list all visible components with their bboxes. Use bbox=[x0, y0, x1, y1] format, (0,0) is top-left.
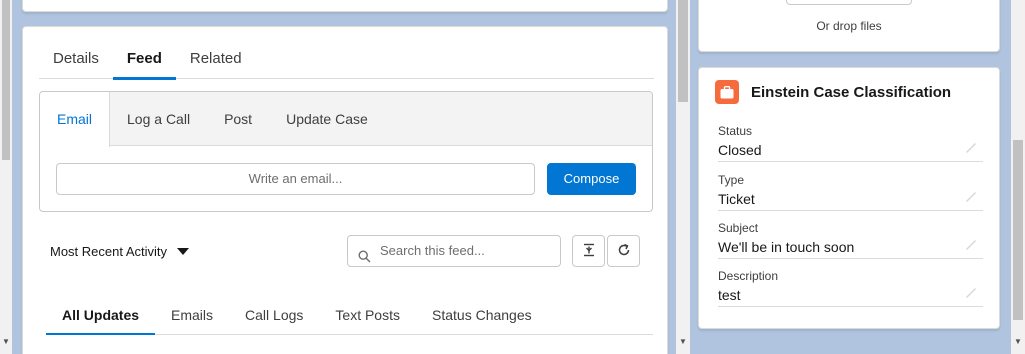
compose-button[interactable]: Compose bbox=[547, 163, 636, 195]
einstein-classification-card: Einstein Case Classification Status Clos… bbox=[698, 67, 1000, 329]
field-description: Description test bbox=[718, 261, 983, 307]
refresh-button[interactable] bbox=[607, 235, 640, 267]
edit-pencil-icon[interactable] bbox=[965, 287, 977, 302]
caret-down-icon bbox=[177, 248, 190, 255]
case-detail-card: Details Feed Related Email Log a Call Po… bbox=[22, 26, 668, 354]
field-value: Ticket bbox=[718, 191, 755, 207]
sort-label: Most Recent Activity bbox=[50, 244, 168, 259]
scroll-down-arrow-icon[interactable]: ▼ bbox=[2, 337, 10, 346]
tab-details[interactable]: Details bbox=[39, 47, 113, 79]
publisher-tab-email[interactable]: Email bbox=[40, 92, 111, 147]
filter-emails[interactable]: Emails bbox=[155, 297, 229, 334]
previous-card bbox=[22, 0, 668, 12]
feed-search-placeholder: Search this feed... bbox=[380, 243, 485, 258]
drop-files-zone[interactable]: Or drop files bbox=[699, 19, 999, 33]
filter-status-changes[interactable]: Status Changes bbox=[416, 297, 548, 334]
record-tabs: Details Feed Related bbox=[39, 47, 654, 80]
tab-feed[interactable]: Feed bbox=[112, 47, 176, 80]
refresh-icon bbox=[617, 243, 631, 260]
feed-search-input[interactable]: Search this feed... bbox=[347, 235, 561, 267]
field-label: Status bbox=[718, 124, 753, 138]
edit-pencil-icon[interactable] bbox=[965, 239, 977, 254]
edit-pencil-icon[interactable] bbox=[965, 191, 977, 206]
card-title: Einstein Case Classification bbox=[751, 83, 952, 101]
left-scrollbar[interactable]: ▼ bbox=[0, 0, 12, 354]
file-upload-card: Or drop files bbox=[698, 0, 1000, 52]
publisher: Email Log a Call Post Update Case Write … bbox=[39, 91, 653, 212]
scroll-down-arrow-icon[interactable]: ▼ bbox=[679, 337, 687, 346]
briefcase-icon bbox=[715, 80, 739, 104]
field-label: Description bbox=[718, 269, 779, 283]
scroll-down-arrow-icon[interactable]: ▼ bbox=[1014, 337, 1022, 346]
right-scrollbar[interactable]: ▼ bbox=[1011, 0, 1025, 354]
expand-all-button[interactable] bbox=[572, 235, 605, 267]
filter-text-posts[interactable]: Text Posts bbox=[319, 297, 416, 334]
expand-icon bbox=[582, 243, 596, 260]
field-value: We'll be in touch soon bbox=[718, 239, 855, 255]
publisher-tab-log-a-call[interactable]: Log a Call bbox=[110, 92, 207, 145]
feed-scrollbar[interactable]: ▼ bbox=[676, 0, 690, 354]
feed-scrollbar-thumb[interactable] bbox=[678, 0, 688, 102]
publisher-tabs: Email Log a Call Post Update Case bbox=[40, 92, 652, 147]
field-subject: Subject We'll be in touch soon bbox=[718, 213, 983, 259]
field-label: Subject bbox=[718, 221, 759, 235]
field-type: Type Ticket bbox=[718, 165, 983, 211]
edit-pencil-icon[interactable] bbox=[965, 142, 977, 157]
upload-files-button[interactable] bbox=[786, 0, 912, 5]
search-icon bbox=[358, 244, 371, 274]
sort-dropdown[interactable]: Most Recent Activity bbox=[50, 244, 190, 259]
field-label: Type bbox=[718, 173, 745, 187]
publisher-tab-update-case[interactable]: Update Case bbox=[269, 92, 385, 145]
filter-call-logs[interactable]: Call Logs bbox=[229, 297, 319, 334]
tab-related[interactable]: Related bbox=[176, 47, 256, 79]
right-scrollbar-thumb[interactable] bbox=[1013, 140, 1023, 320]
publisher-tab-post[interactable]: Post bbox=[207, 92, 269, 145]
filter-all-updates[interactable]: All Updates bbox=[46, 297, 156, 335]
email-input[interactable]: Write an email... bbox=[56, 163, 535, 195]
field-value: Closed bbox=[718, 142, 762, 158]
feed-filter-tabs: All Updates Emails Call Logs Text Posts … bbox=[46, 297, 653, 335]
field-value: test bbox=[718, 287, 741, 303]
field-status: Status Closed bbox=[718, 116, 983, 162]
card-header: Einstein Case Classification bbox=[715, 80, 951, 104]
left-scrollbar-thumb[interactable] bbox=[2, 0, 10, 160]
